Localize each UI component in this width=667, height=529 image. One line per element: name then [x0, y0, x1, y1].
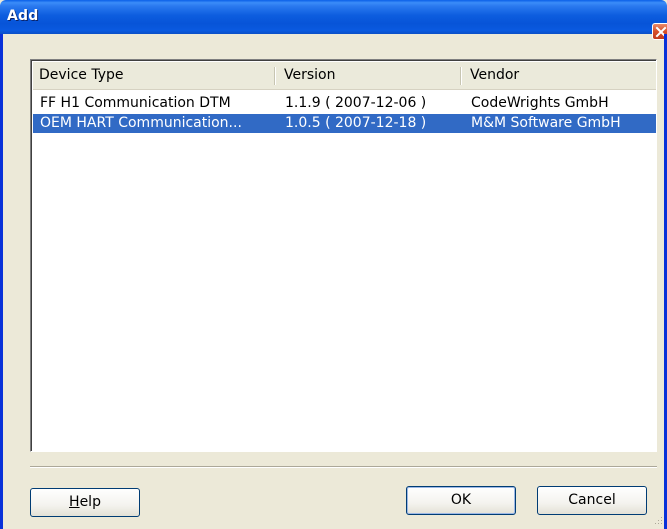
- list-row[interactable]: FF H1 Communication DTM 1.1.9 ( 2007-12-…: [33, 94, 656, 113]
- resize-grip-icon[interactable]: [653, 515, 663, 525]
- ok-button[interactable]: OK: [406, 486, 516, 515]
- title-bar[interactable]: Add: [0, 0, 667, 34]
- cell-version: 1.0.5 ( 2007-12-18 ): [285, 115, 427, 131]
- column-header-version[interactable]: Version: [278, 62, 461, 89]
- cell-version: 1.1.9 ( 2007-12-06 ): [285, 95, 427, 111]
- window-title: Add: [7, 8, 39, 24]
- help-button[interactable]: Help: [30, 488, 140, 517]
- column-divider[interactable]: [460, 67, 462, 85]
- add-dialog: Add Device Type Version Vendor FF H1 Com…: [0, 0, 667, 529]
- cancel-button[interactable]: Cancel: [537, 486, 647, 515]
- cell-vendor: CodeWrights GmbH: [471, 95, 609, 111]
- footer-separator: [30, 466, 657, 468]
- cell-vendor: M&M Software GmbH: [471, 115, 621, 131]
- column-header-device-type[interactable]: Device Type: [33, 62, 276, 89]
- help-mnemonic: H: [69, 494, 80, 510]
- cell-device-type: OEM HART Communication...: [40, 115, 242, 131]
- list-header: Device Type Version Vendor: [33, 62, 656, 90]
- device-list[interactable]: Device Type Version Vendor FF H1 Communi…: [30, 59, 657, 452]
- column-header-vendor[interactable]: Vendor: [464, 62, 654, 89]
- window-frame-left: [0, 34, 3, 529]
- cell-device-type: FF H1 Communication DTM: [40, 95, 231, 111]
- help-label: elp: [79, 494, 101, 510]
- list-row-selected[interactable]: OEM HART Communication... 1.0.5 ( 2007-1…: [33, 114, 656, 133]
- column-divider[interactable]: [274, 67, 276, 85]
